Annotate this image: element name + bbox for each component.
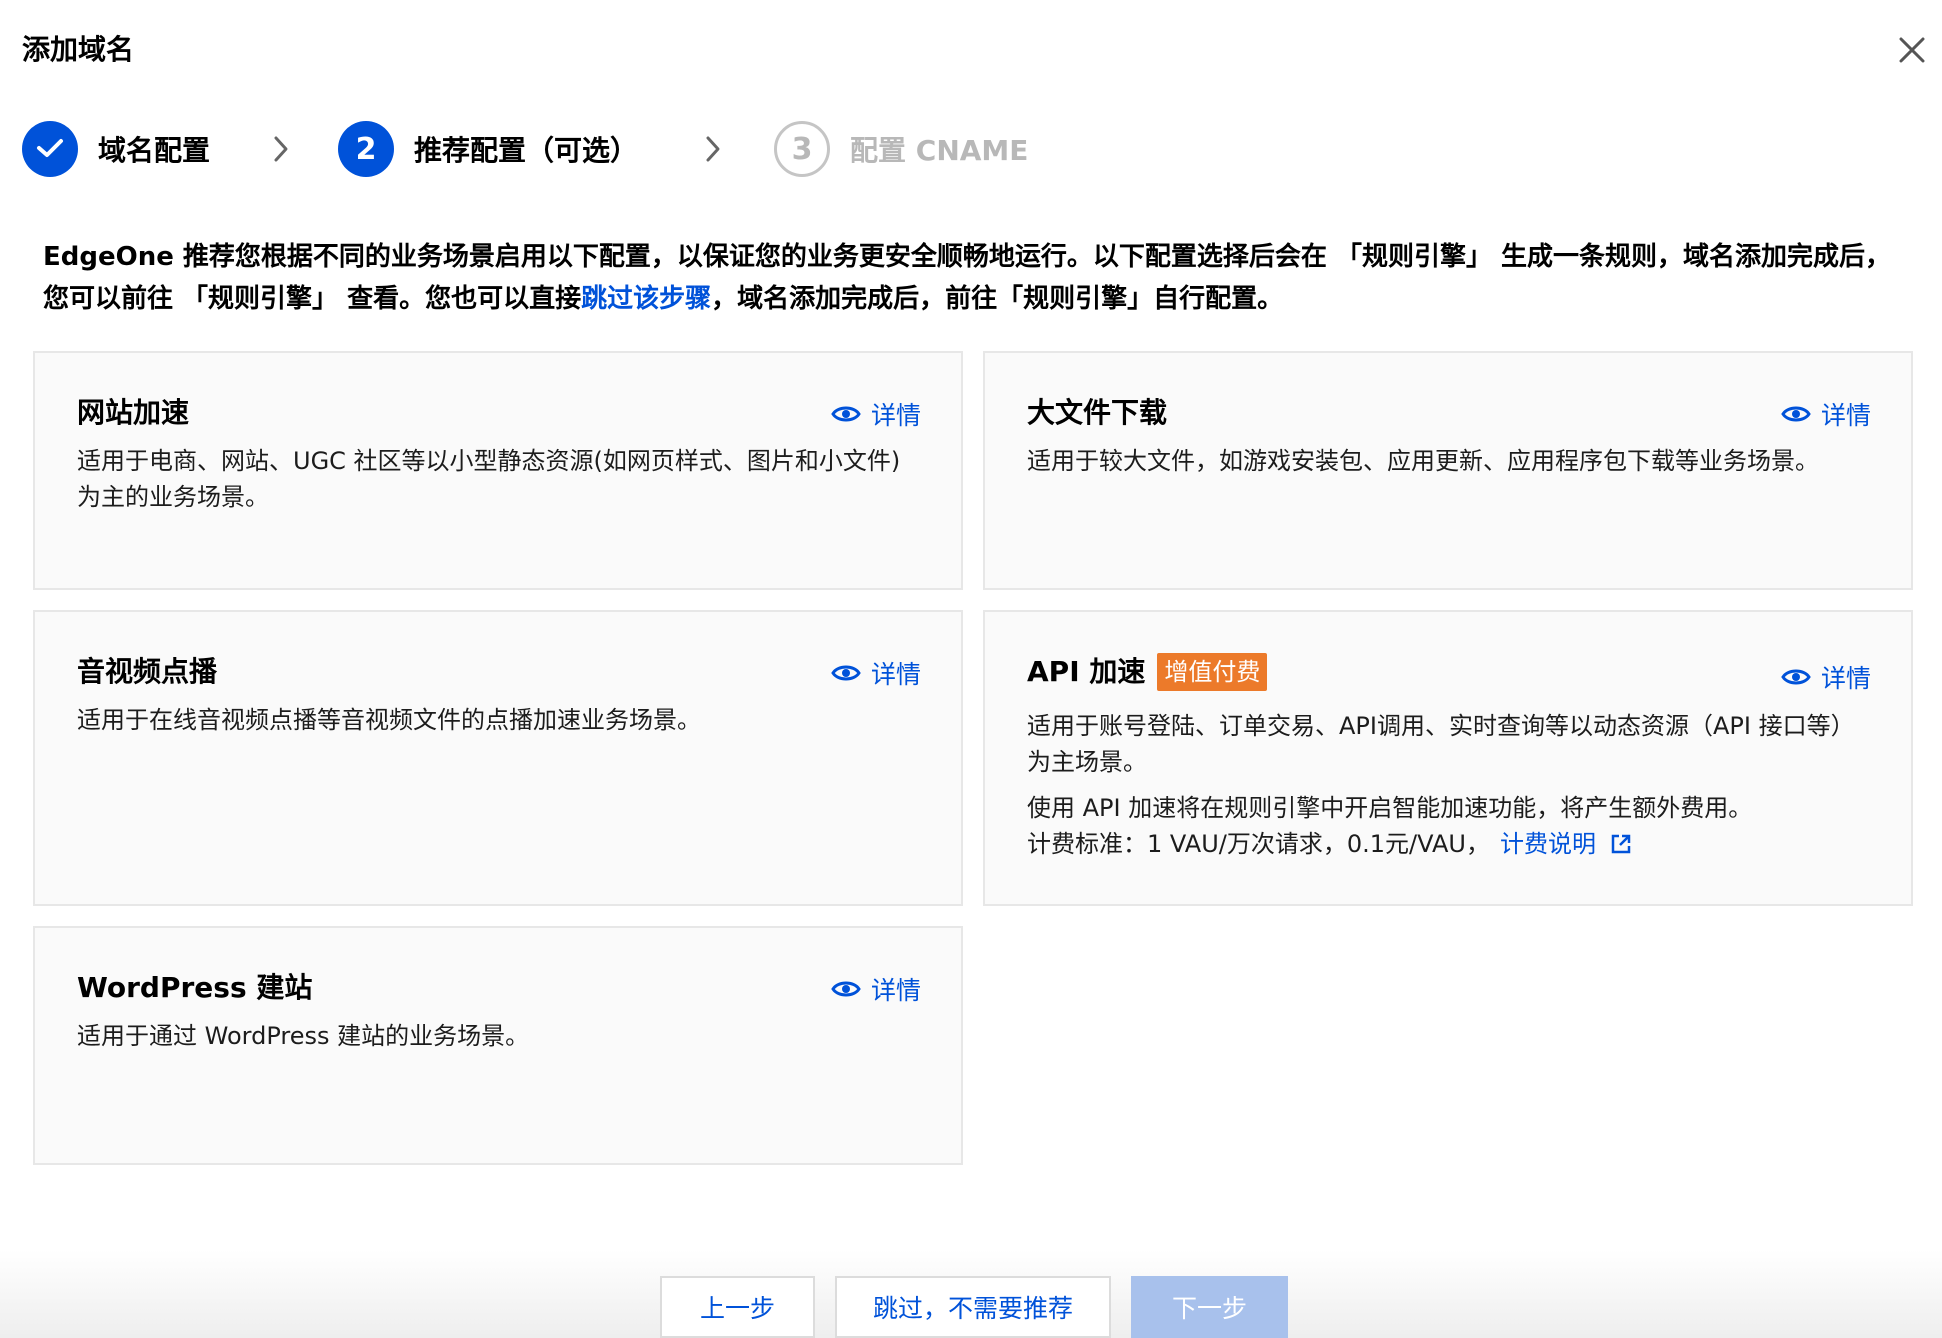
card-large-file-download[interactable]: 大文件下载 详情 适用于较大文件，如游戏安装包、应用更新、应用程序包下载等业务场… bbox=[983, 351, 1913, 590]
eye-icon bbox=[1781, 403, 1811, 425]
billing-info-label: 计费说明 bbox=[1499, 830, 1596, 858]
card-description: 适用于较大文件，如游戏安装包、应用更新、应用程序包下载等业务场景。 bbox=[1027, 443, 1871, 479]
intro-text: EdgeOne 推荐您根据不同的业务场景启用以下配置，以保证您的业务更安全顺畅地… bbox=[43, 236, 1903, 320]
detail-link[interactable]: 详情 bbox=[1781, 397, 1871, 431]
intro-text-after: ，域名添加完成后，前往「规则引擎」自行配置。 bbox=[711, 284, 1284, 314]
step-domain-config: 域名配置 bbox=[22, 121, 210, 177]
eye-icon bbox=[1781, 666, 1811, 688]
next-button[interactable]: 下一步 bbox=[1131, 1276, 1288, 1338]
eye-icon bbox=[831, 662, 861, 684]
card-description: 适用于通过 WordPress 建站的业务场景。 bbox=[77, 1018, 921, 1054]
card-title: 音视频点播 bbox=[77, 655, 218, 688]
skip-button[interactable]: 跳过，不需要推荐 bbox=[835, 1276, 1111, 1338]
step-3-circle: 3 bbox=[774, 121, 831, 177]
detail-link[interactable]: 详情 bbox=[1781, 660, 1871, 694]
card-description: 适用于账号登陆、订单交易、API调用、实时查询等以动态资源（API 接口等）为主… bbox=[1027, 708, 1871, 862]
dialog-title: 添加域名 bbox=[22, 33, 135, 66]
chevron-right-icon bbox=[704, 134, 722, 164]
add-domain-dialog: 添加域名 域名配置 2 推荐配置（可选） 3 配置 CNAME EdgeOne … bbox=[0, 0, 1942, 1338]
card-description: 适用于电商、网站、UGC 社区等以小型静态资源(如网页样式、图片和小文件)为主的… bbox=[77, 443, 921, 515]
step-1-label: 域名配置 bbox=[98, 134, 211, 167]
card-fee-standard: 计费标准：1 VAU/万次请求，0.1元/VAU， 计费说明 bbox=[1027, 826, 1871, 862]
prev-button[interactable]: 上一步 bbox=[660, 1276, 815, 1338]
step-1-circle bbox=[22, 121, 78, 177]
card-title: API 加速 增值付费 bbox=[1027, 652, 1268, 692]
billing-info-link[interactable]: 计费说明 bbox=[1500, 830, 1632, 858]
card-vod[interactable]: 音视频点播 详情 适用于在线音视频点播等音视频文件的点播加速业务场景。 bbox=[33, 610, 963, 906]
card-fee-notice: 使用 API 加速将在规则引擎中开启智能加速功能，将产生额外费用。 bbox=[1027, 794, 1753, 822]
card-description-text: 适用于在线音视频点播等音视频文件的点播加速业务场景。 bbox=[77, 706, 701, 734]
detail-link[interactable]: 详情 bbox=[831, 972, 921, 1006]
eye-icon bbox=[831, 978, 861, 1000]
detail-link[interactable]: 详情 bbox=[831, 397, 921, 431]
detail-label: 详情 bbox=[1820, 401, 1871, 430]
card-description-text: 适用于通过 WordPress 建站的业务场景。 bbox=[77, 1022, 530, 1050]
eye-icon bbox=[831, 403, 861, 425]
card-title: 网站加速 bbox=[77, 396, 190, 429]
step-config-cname: 3 配置 CNAME bbox=[774, 121, 1028, 177]
card-title: 大文件下载 bbox=[1027, 396, 1168, 429]
skip-step-link[interactable]: 跳过该步骤 bbox=[581, 284, 711, 314]
close-icon bbox=[1898, 36, 1926, 68]
step-3-label: 配置 CNAME bbox=[850, 134, 1029, 167]
card-title-text: API 加速 bbox=[1027, 655, 1146, 688]
card-description: 适用于在线音视频点播等音视频文件的点播加速业务场景。 bbox=[77, 702, 921, 738]
step-recommended-config: 2 推荐配置（可选） bbox=[338, 121, 638, 177]
detail-label: 详情 bbox=[870, 660, 921, 689]
detail-link[interactable]: 详情 bbox=[831, 656, 921, 690]
steps-indicator: 域名配置 2 推荐配置（可选） 3 配置 CNAME bbox=[22, 120, 1028, 178]
card-description-text: 适用于较大文件，如游戏安装包、应用更新、应用程序包下载等业务场景。 bbox=[1027, 447, 1819, 475]
card-description-text: 适用于电商、网站、UGC 社区等以小型静态资源(如网页样式、图片和小文件)为主的… bbox=[77, 447, 901, 511]
detail-label: 详情 bbox=[870, 401, 921, 430]
check-icon bbox=[36, 132, 64, 167]
detail-label: 详情 bbox=[1820, 664, 1871, 693]
step-2-label: 推荐配置（可选） bbox=[414, 134, 639, 167]
card-title: WordPress 建站 bbox=[77, 971, 313, 1004]
card-site-acceleration[interactable]: 网站加速 详情 适用于电商、网站、UGC 社区等以小型静态资源(如网页样式、图片… bbox=[33, 351, 963, 590]
card-wordpress[interactable]: WordPress 建站 详情 适用于通过 WordPress 建站的业务场景。 bbox=[33, 926, 963, 1165]
card-description-text: 适用于账号登陆、订单交易、API调用、实时查询等以动态资源（API 接口等）为主… bbox=[1027, 712, 1855, 776]
fee-standard-text: 计费标准：1 VAU/万次请求，0.1元/VAU， bbox=[1027, 830, 1490, 858]
detail-label: 详情 bbox=[870, 976, 921, 1005]
card-api-acceleration[interactable]: API 加速 增值付费 详情 适用于账号登陆、订单交易、API调用、实时查询等以… bbox=[983, 610, 1913, 906]
paid-badge: 增值付费 bbox=[1157, 653, 1268, 691]
close-button[interactable] bbox=[1894, 34, 1930, 70]
step-2-circle: 2 bbox=[338, 121, 395, 177]
chevron-right-icon bbox=[272, 134, 290, 164]
external-link-icon bbox=[1604, 830, 1632, 858]
